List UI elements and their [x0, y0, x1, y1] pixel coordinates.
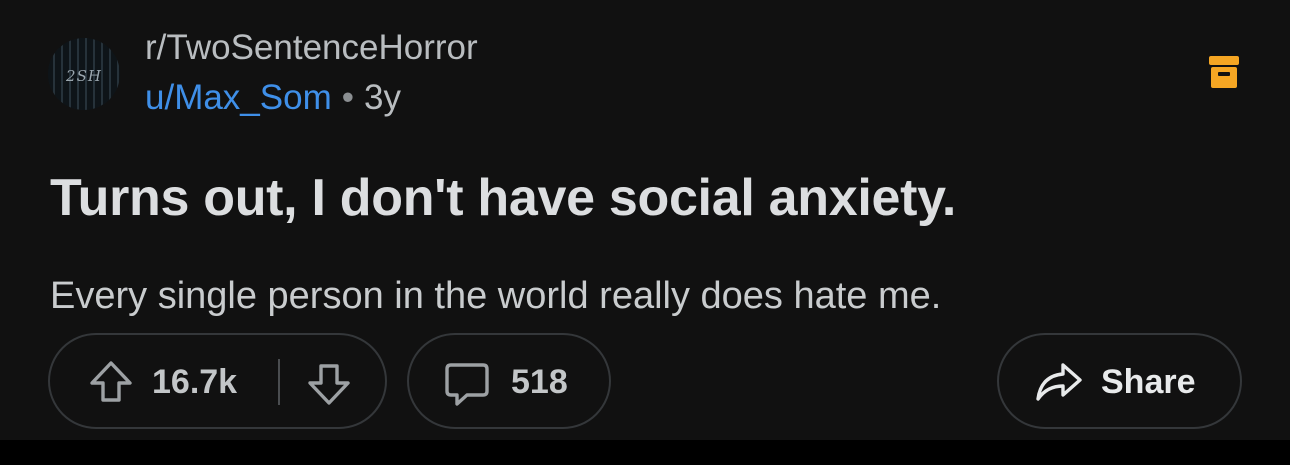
byline: u/Max_Som • 3y	[145, 78, 401, 118]
byline-separator: •	[341, 78, 355, 117]
subreddit-avatar[interactable]: 2SH	[48, 38, 120, 110]
author-link[interactable]: u/Max_Som	[145, 78, 332, 117]
avatar-logo-text: 2SH	[66, 67, 102, 85]
arrow-up-icon[interactable]	[88, 359, 134, 405]
subreddit-name[interactable]: r/TwoSentenceHorror	[145, 28, 478, 68]
share-button[interactable]: Share	[997, 333, 1242, 429]
vote-score: 16.7k	[152, 363, 238, 401]
archive-box-icon	[1209, 56, 1239, 88]
speech-bubble-icon	[445, 363, 489, 406]
post-card[interactable]: 2SH r/TwoSentenceHorror u/Max_Som • 3y Tur…	[0, 0, 1290, 440]
vote-bar: 16.7k	[48, 333, 387, 429]
share-arrow-icon	[1036, 363, 1082, 401]
arrow-down-icon[interactable]	[306, 361, 352, 407]
share-label: Share	[1101, 363, 1196, 401]
post-body: Every single person in the world really …	[50, 275, 942, 317]
comments-button[interactable]: 518	[407, 333, 611, 429]
bottom-divider	[0, 440, 1290, 465]
vote-divider	[278, 359, 280, 405]
post-title[interactable]: Turns out, I don't have social anxiety.	[50, 166, 956, 230]
comment-count: 518	[511, 363, 568, 401]
post-age: 3y	[364, 78, 401, 117]
